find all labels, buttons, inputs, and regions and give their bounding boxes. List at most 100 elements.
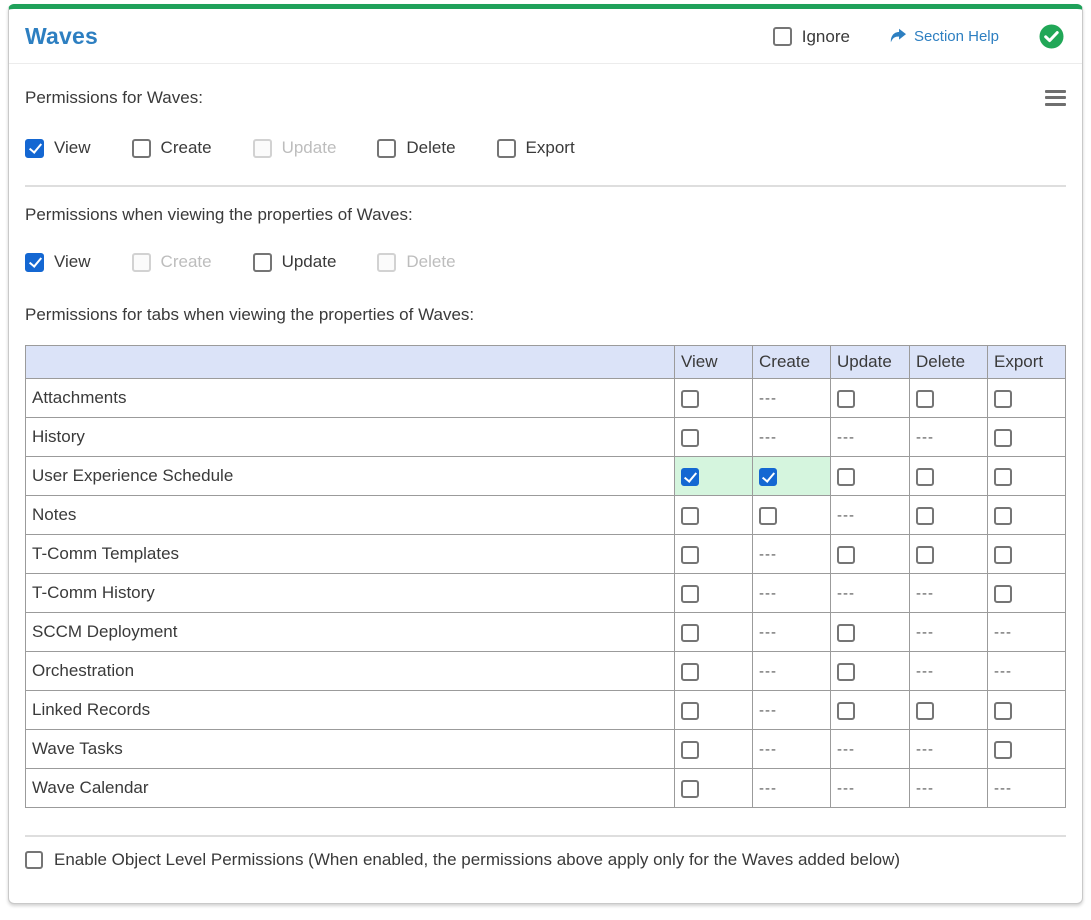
permission-cell[interactable] [909, 534, 988, 574]
permission-cell[interactable] [909, 378, 988, 418]
permission-update-checkbox[interactable]: Update [252, 252, 336, 272]
permission-view-checkbox[interactable]: View [25, 138, 91, 158]
table-row: SCCM Deployment --- --- --- [25, 612, 1066, 652]
cell-checkbox[interactable] [681, 623, 699, 642]
page-title: Waves [25, 23, 99, 49]
table-row: History --- --- --- [25, 417, 1066, 457]
permission-cell[interactable] [987, 378, 1066, 418]
cell-checkbox[interactable] [916, 545, 934, 564]
permission-cell[interactable] [752, 456, 831, 496]
permission-cell[interactable] [987, 495, 1066, 535]
permission-cell[interactable] [674, 768, 753, 808]
permission-cell[interactable] [674, 651, 753, 691]
cell-checkbox[interactable] [994, 701, 1012, 720]
permission-cell[interactable] [987, 456, 1066, 496]
cell-checkbox[interactable] [681, 701, 699, 720]
tab-name-cell: T-Comm Templates [25, 534, 675, 574]
cell-checkbox[interactable] [994, 545, 1012, 564]
permission-cell[interactable] [674, 456, 753, 496]
checkbox-label: Export [525, 138, 575, 157]
permission-cell[interactable] [987, 417, 1066, 457]
permission-cell[interactable] [987, 729, 1066, 769]
checkbox-label: View [54, 138, 91, 157]
permission-cell[interactable] [830, 690, 910, 730]
permission-cell[interactable] [674, 534, 753, 574]
permission-cell[interactable] [909, 495, 988, 535]
cell-checkbox[interactable] [837, 701, 855, 720]
permission-cell[interactable] [830, 456, 910, 496]
cell-checkbox[interactable] [681, 584, 699, 603]
menu-icon[interactable] [1045, 84, 1066, 111]
cell-checkbox[interactable] [759, 506, 777, 525]
tab-name-cell: Wave Tasks [25, 729, 675, 769]
tabs-permissions-table: View Create Update Delete Export Attachments… [25, 345, 1066, 808]
section-help-arrow-icon [890, 28, 906, 43]
permission-cell[interactable] [987, 534, 1066, 574]
footer-divider [25, 835, 1066, 837]
permission-cell: --- [830, 495, 910, 535]
permission-cell[interactable] [752, 495, 831, 535]
permission-cell: --- [909, 573, 988, 613]
cell-checkbox[interactable] [681, 662, 699, 681]
permission-cell[interactable] [674, 612, 753, 652]
checkbox-box[interactable] [25, 138, 44, 158]
permission-cell[interactable] [830, 534, 910, 574]
permission-cell[interactable] [674, 729, 753, 769]
permission-cell[interactable] [674, 573, 753, 613]
cell-checkbox[interactable] [681, 467, 699, 486]
cell-checkbox[interactable] [681, 779, 699, 798]
enable-object-level-permissions-box[interactable] [25, 851, 43, 869]
permission-cell[interactable] [987, 573, 1066, 613]
ignore-checkbox[interactable]: Ignore [772, 27, 850, 47]
checkbox-box[interactable] [252, 252, 272, 272]
permission-cell: --- [752, 534, 831, 574]
permission-cell[interactable] [674, 378, 753, 418]
cell-checkbox[interactable] [994, 584, 1012, 603]
permission-cell[interactable] [909, 690, 988, 730]
cell-checkbox[interactable] [681, 389, 699, 408]
permission-create-checkbox[interactable]: Create [131, 138, 212, 158]
section-help-link[interactable]: Section Help [888, 28, 999, 45]
cell-checkbox[interactable] [759, 467, 777, 486]
permission-cell[interactable] [674, 690, 753, 730]
permission-cell[interactable] [830, 612, 910, 652]
enable-object-level-permissions-checkbox[interactable]: Enable Object Level Permissions (When en… [25, 850, 1066, 870]
cell-checkbox[interactable] [994, 428, 1012, 447]
permission-cell[interactable] [674, 495, 753, 535]
cell-checkbox[interactable] [916, 506, 934, 525]
checkbox-box[interactable] [131, 138, 151, 158]
permission-delete-checkbox[interactable]: Delete [377, 138, 456, 158]
permission-cell[interactable] [830, 378, 910, 418]
panel-body: Permissions for Waves: View Create Update D… [9, 84, 1082, 896]
cell-checkbox[interactable] [837, 389, 855, 408]
permission-view-checkbox[interactable]: View [25, 252, 91, 272]
checkbox-box[interactable] [377, 138, 397, 158]
cell-checkbox[interactable] [681, 740, 699, 759]
cell-checkbox[interactable] [994, 506, 1012, 525]
checkbox-box[interactable] [25, 252, 44, 272]
checkbox-box[interactable] [496, 138, 516, 158]
cell-checkbox[interactable] [994, 389, 1012, 408]
cell-checkbox[interactable] [837, 545, 855, 564]
table-row: Attachments --- [25, 378, 1066, 418]
permission-cell[interactable] [674, 417, 753, 457]
cell-checkbox[interactable] [681, 506, 699, 525]
permission-cell[interactable] [830, 651, 910, 691]
cell-checkbox[interactable] [994, 740, 1012, 759]
cell-checkbox[interactable] [837, 467, 855, 486]
cell-checkbox[interactable] [916, 701, 934, 720]
permission-cell: --- [752, 417, 831, 457]
cell-checkbox[interactable] [994, 467, 1012, 486]
permission-export-checkbox[interactable]: Export [496, 138, 575, 158]
permission-cell[interactable] [987, 690, 1066, 730]
ignore-checkbox-box[interactable] [772, 27, 792, 46]
cell-checkbox[interactable] [681, 545, 699, 564]
cell-checkbox[interactable] [681, 428, 699, 447]
cell-checkbox[interactable] [837, 623, 855, 642]
checkbox-label: Create [160, 138, 212, 157]
permission-cell: --- [830, 768, 910, 808]
cell-checkbox[interactable] [916, 389, 934, 408]
permission-cell[interactable] [909, 456, 988, 496]
cell-checkbox[interactable] [837, 662, 855, 681]
cell-checkbox[interactable] [916, 467, 934, 486]
